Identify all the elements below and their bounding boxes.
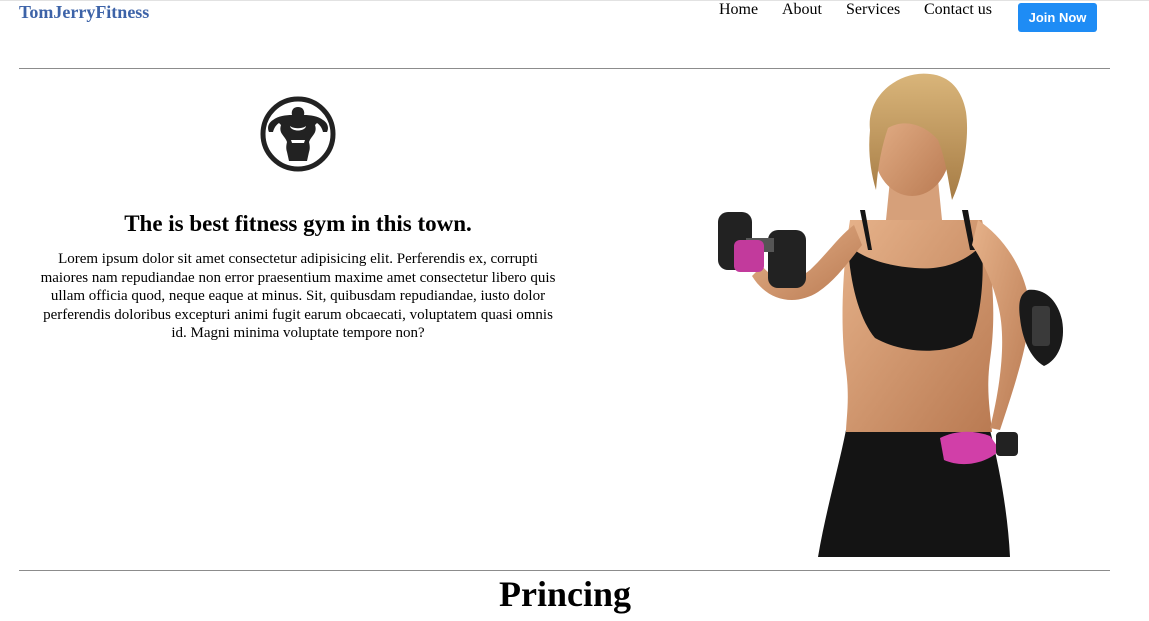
join-now-button[interactable]: Join Now: [1018, 3, 1097, 32]
nav-contact-us[interactable]: Contact us: [924, 1, 992, 21]
fitness-woman-with-dumbbell-photo: [718, 73, 1064, 557]
nav-home[interactable]: Home: [719, 1, 758, 21]
brand-logo-link[interactable]: TomJerryFitness: [19, 2, 149, 23]
nav-about[interactable]: About: [782, 1, 822, 21]
pricing-section-title: Princing: [499, 574, 631, 614]
divider-top: [19, 68, 1110, 69]
bodybuilder-emblem-icon: [260, 96, 336, 172]
hero-title: The is best fitness gym in this town.: [124, 211, 472, 236]
hero-description: Lorem ipsum dolor sit amet consectetur a…: [40, 251, 556, 341]
nav-services[interactable]: Services: [846, 1, 900, 21]
